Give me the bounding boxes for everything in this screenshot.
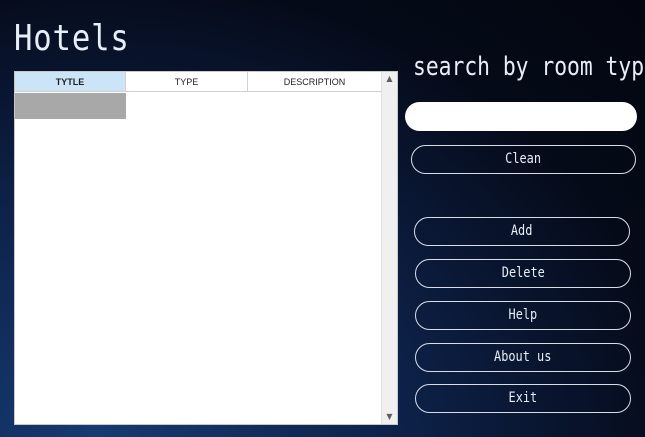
help-button-label: Help <box>508 307 538 323</box>
clean-button[interactable]: Clean <box>411 145 636 174</box>
add-button[interactable]: Add <box>414 217 630 246</box>
delete-button-label: Delete <box>501 265 545 281</box>
search-input[interactable] <box>405 102 637 131</box>
help-button[interactable]: Help <box>415 301 631 330</box>
table-header: TYTLE TYPE DESCRIPTION <box>15 72 382 93</box>
hint-add-button: для добавления нажимаем кнопку add→ <box>113 236 340 250</box>
delete-button[interactable]: Delete <box>415 259 631 288</box>
clean-button-label: Clean <box>505 151 542 167</box>
scroll-up-icon[interactable]: ▲ <box>382 72 397 86</box>
about-us-button-label: About us <box>494 349 552 365</box>
column-header-tytle[interactable]: TYTLE <box>15 72 126 92</box>
app-title: Hotels <box>14 18 130 59</box>
column-header-type[interactable]: TYPE <box>126 72 248 92</box>
hint-empty-row: появляется пустая строка в таблице <box>38 139 241 153</box>
exit-button-label: Exit <box>508 390 538 406</box>
table-row[interactable] <box>15 93 126 119</box>
about-us-button[interactable]: About us <box>415 343 631 372</box>
hint-double-click: дважды кликаем на неё для изменения <box>73 169 294 183</box>
exit-button[interactable]: Exit <box>415 384 631 413</box>
search-label: search by room type <box>413 52 645 82</box>
vertical-scrollbar[interactable]: ▲ ▼ <box>381 72 397 424</box>
scroll-down-icon[interactable]: ▼ <box>382 410 397 424</box>
add-button-label: Add <box>511 223 533 239</box>
column-header-description[interactable]: DESCRIPTION <box>248 72 382 92</box>
